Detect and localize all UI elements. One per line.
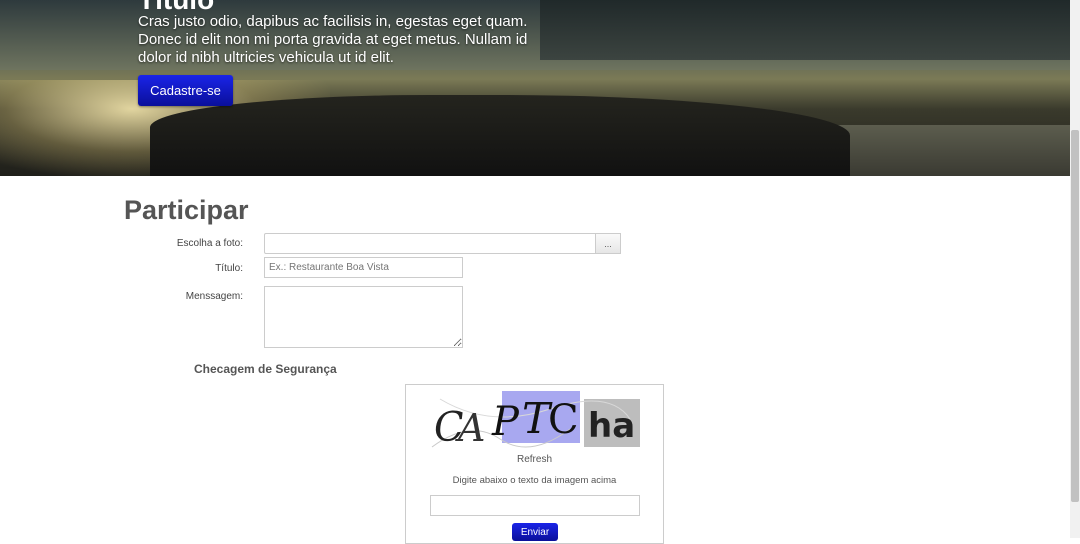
captcha-instruction: Digite abaixo o texto da imagem acima: [452, 475, 617, 486]
browse-button[interactable]: ...: [595, 233, 621, 254]
submit-button[interactable]: Enviar: [512, 523, 558, 541]
photo-file-input[interactable]: [264, 233, 597, 254]
svg-text:C: C: [548, 397, 579, 443]
page-title: Participar: [124, 195, 249, 225]
hero-skyline: [540, 0, 1070, 60]
scrollbar-thumb[interactable]: [1071, 130, 1079, 502]
captcha-refresh-link[interactable]: Refresh: [406, 454, 663, 465]
title-input[interactable]: [264, 257, 463, 278]
signup-button[interactable]: Cadastre-se: [138, 75, 233, 106]
svg-text:A: A: [455, 406, 485, 450]
security-check-heading: Checagem de Segurança: [194, 362, 337, 376]
hero-title: Título: [138, 0, 214, 14]
captcha-input[interactable]: [430, 495, 640, 516]
page-scrollbar[interactable]: [1070, 0, 1080, 538]
message-textarea[interactable]: [264, 286, 463, 348]
captcha-panel: C A P T C ha Refresh Digite abaixo o tex…: [405, 384, 664, 544]
captcha-image: C A P T C ha: [430, 389, 640, 453]
message-label: Menssagem:: [185, 291, 243, 302]
hero-rocks: [150, 95, 850, 176]
svg-text:P: P: [491, 399, 520, 445]
title-label: Título:: [215, 263, 243, 274]
hero-banner: Título Cras justo odio, dapibus ac facil…: [0, 0, 1070, 176]
svg-text:ha: ha: [588, 406, 635, 446]
hero-description: Cras justo odio, dapibus ac facilisis in…: [138, 13, 528, 66]
photo-label: Escolha a foto:: [176, 238, 243, 249]
